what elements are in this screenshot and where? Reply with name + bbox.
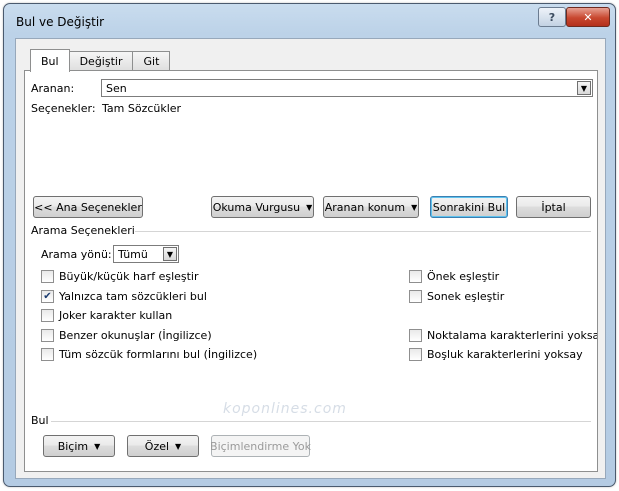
tab-find[interactable]: Bul <box>30 49 70 72</box>
check-ignore-whitespace[interactable]: Boşluk karakterlerini yoksay <box>409 348 583 361</box>
special-label: Özel <box>144 439 170 453</box>
options-value: Tam Sözcükler <box>102 102 182 115</box>
reading-highlight-button[interactable]: Okuma Vurgusu ▼ <box>211 196 314 218</box>
tab-goto-label: Git <box>143 55 160 68</box>
check-match-case[interactable]: Büyük/küçük harf eşleştir <box>41 270 199 283</box>
no-formatting-button[interactable]: Biçimlendirme Yok <box>210 435 311 457</box>
direction-label: Arama yönü: <box>41 248 112 261</box>
dialog-window: Bul ve Değiştir ? ✕ Bul Değiştir Git Ara… <box>3 3 616 487</box>
help-button[interactable]: ? <box>538 7 566 27</box>
find-next-label: Sonrakini Bul <box>432 200 506 214</box>
find-next-button[interactable]: Sonrakini Bul <box>430 196 508 218</box>
cancel-label: İptal <box>541 200 566 214</box>
tab-replace[interactable]: Değiştir <box>68 51 134 71</box>
check-all-word-forms[interactable]: Tüm sözcük formlarını bul (İngilizce) <box>41 348 257 361</box>
format-label: Biçim <box>57 439 89 453</box>
dropdown-caret-icon: ▼ <box>306 202 313 212</box>
check-label: Tüm sözcük formlarını bul (İngilizce) <box>59 348 258 361</box>
check-label: Yalnızca tam sözcükleri bul <box>59 290 207 303</box>
watermark: koponlines.com <box>223 401 347 417</box>
checkbox[interactable] <box>409 270 422 283</box>
tab-replace-label: Değiştir <box>79 55 123 68</box>
check-whole-words[interactable]: ✔ Yalnızca tam sözcükleri bul <box>41 290 207 303</box>
find-section-divider <box>51 421 591 422</box>
checkbox-checked[interactable]: ✔ <box>41 290 54 303</box>
find-section-title: Bul <box>31 414 49 427</box>
check-sounds-like[interactable]: Benzer okunuşlar (İngilizce) <box>41 329 212 342</box>
find-in-label: Aranan konum <box>324 200 406 214</box>
search-options-divider <box>135 231 591 232</box>
check-label: Benzer okunuşlar (İngilizce) <box>59 329 212 342</box>
help-icon: ? <box>548 10 556 24</box>
checkbox[interactable] <box>41 329 54 342</box>
search-dropdown-arrow[interactable]: ▼ <box>577 81 591 95</box>
cancel-button[interactable]: İptal <box>516 196 591 218</box>
tab-goto[interactable]: Git <box>132 51 171 71</box>
less-options-label: << Ana Seçenekler <box>34 200 142 214</box>
dropdown-caret-icon: ▼ <box>175 441 182 451</box>
checkbox[interactable] <box>409 329 422 342</box>
check-ignore-punctuation[interactable]: Noktalama karakterlerini yoksay <box>409 329 598 342</box>
search-options-title: Arama Seçenekleri <box>31 224 135 237</box>
direction-value: Tümü <box>118 248 148 261</box>
window-title: Bul ve Değiştir <box>16 15 105 29</box>
close-button[interactable]: ✕ <box>566 7 610 27</box>
less-options-button[interactable]: << Ana Seçenekler <box>33 196 143 218</box>
find-in-button[interactable]: Aranan konum ▼ <box>323 196 419 218</box>
check-label: Önek eşleştir <box>427 270 500 283</box>
checkbox[interactable] <box>409 348 422 361</box>
search-input[interactable]: Sen ▼ <box>101 79 593 97</box>
checkmark-icon: ✔ <box>43 290 52 302</box>
search-label: Aranan: <box>31 82 75 95</box>
search-value: Sen <box>106 82 127 95</box>
checkbox[interactable] <box>41 309 54 322</box>
tab-find-label: Bul <box>41 54 59 68</box>
special-button[interactable]: Özel ▼ <box>127 435 199 457</box>
options-label: Seçenekler: <box>31 102 96 115</box>
direction-dropdown-arrow[interactable]: ▼ <box>163 247 177 261</box>
check-label: Büyük/küçük harf eşleştir <box>59 270 199 283</box>
check-label: Boşluk karakterlerini yoksay <box>427 348 583 361</box>
no-formatting-label: Biçimlendirme Yok <box>210 439 311 453</box>
close-icon: ✕ <box>583 10 593 24</box>
chevron-down-icon: ▼ <box>166 249 174 259</box>
tab-strip: Bul Değiştir Git <box>30 49 171 72</box>
format-button[interactable]: Biçim ▼ <box>43 435 115 457</box>
chevron-down-icon: ▼ <box>580 83 588 93</box>
find-panel: Aranan: Sen ▼ Seçenekler: Tam Sözcükler … <box>24 70 598 472</box>
checkbox[interactable] <box>41 348 54 361</box>
checkbox[interactable] <box>41 270 54 283</box>
reading-highlight-label: Okuma Vurgusu <box>212 200 301 214</box>
check-match-prefix[interactable]: Önek eşleştir <box>409 270 499 283</box>
check-label: Joker karakter kullan <box>59 309 173 322</box>
check-wildcards[interactable]: Joker karakter kullan <box>41 309 172 322</box>
direction-select[interactable]: Tümü ▼ <box>113 245 179 263</box>
dropdown-caret-icon: ▼ <box>94 441 101 451</box>
dialog-client: Bul Değiştir Git Aranan: Sen ▼ Seçenekle… <box>15 38 606 479</box>
dropdown-caret-icon: ▼ <box>411 202 418 212</box>
check-match-suffix[interactable]: Sonek eşleştir <box>409 290 504 303</box>
check-label: Noktalama karakterlerini yoksay <box>427 329 598 342</box>
check-label: Sonek eşleştir <box>427 290 505 303</box>
checkbox[interactable] <box>409 290 422 303</box>
